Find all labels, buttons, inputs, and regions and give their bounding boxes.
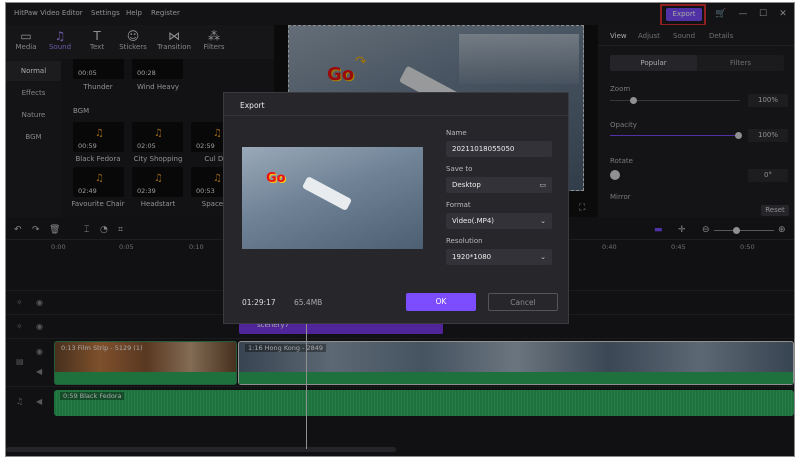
folder-icon[interactable]: ▭ xyxy=(539,177,546,193)
chevron-down-icon: ⌄ xyxy=(540,217,546,225)
export-dialog: Export Go Name 20211018055050 Save to De… xyxy=(223,92,569,324)
export-size: 65.4MB xyxy=(294,298,323,307)
dialog-divider xyxy=(224,115,568,116)
resolution-select[interactable]: 1920*1080 ⌄ xyxy=(446,249,552,265)
chevron-down-icon: ⌄ xyxy=(540,253,546,261)
format-select[interactable]: Video(.MP4) ⌄ xyxy=(446,213,552,229)
name-label: Name xyxy=(446,129,467,137)
save-to-label: Save to xyxy=(446,165,473,173)
ok-button[interactable]: OK xyxy=(406,293,476,311)
save-to-field[interactable]: Desktop ▭ xyxy=(446,177,552,193)
format-label: Format xyxy=(446,201,471,209)
video-editor-window: HitPaw Video Editor Settings Help Regist… xyxy=(5,2,795,457)
resolution-label: Resolution xyxy=(446,237,483,245)
dialog-title: Export xyxy=(240,101,265,110)
export-thumbnail: Go xyxy=(242,147,423,249)
go-sticker: Go xyxy=(266,171,286,186)
export-duration: 01:29:17 xyxy=(242,298,276,307)
cancel-button[interactable]: Cancel xyxy=(488,293,558,311)
ship-image xyxy=(301,176,353,211)
name-input[interactable]: 20211018055050 xyxy=(446,141,552,157)
